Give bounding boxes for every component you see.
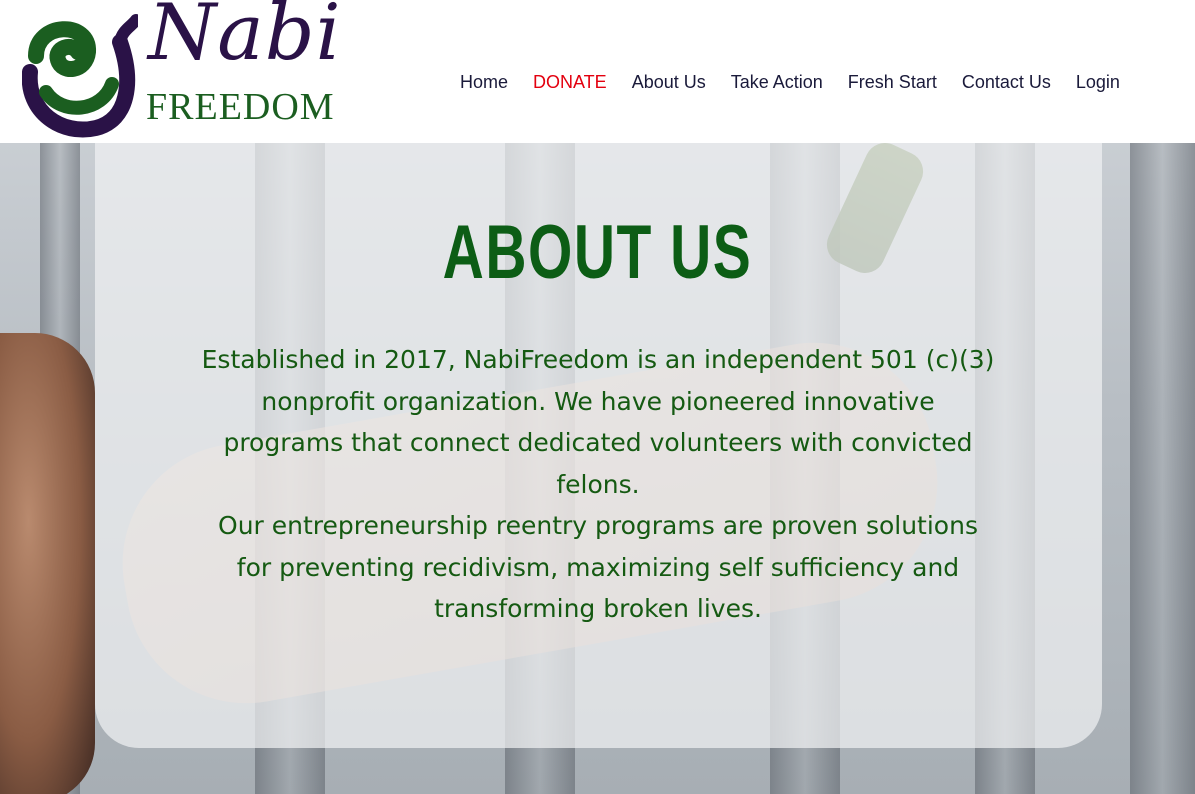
site-header: Nabi FREEDOM Home DONATE About Us Take A… xyxy=(0,0,1195,143)
hero-hand-image xyxy=(0,333,95,794)
hero-paragraph-1: Established in 2017, NabiFreedom is an i… xyxy=(201,345,995,499)
hero-title: ABOUT US xyxy=(442,210,753,295)
nav-about-us[interactable]: About Us xyxy=(632,72,706,93)
nav-donate[interactable]: DONATE xyxy=(533,72,607,93)
hero-paragraph-2: Our entrepreneurship reentry programs ar… xyxy=(218,511,978,623)
logo-name-bottom: FREEDOM xyxy=(146,86,335,128)
logo-name-top: Nabi xyxy=(148,0,342,78)
nav-contact-us[interactable]: Contact Us xyxy=(962,72,1051,93)
nav-login[interactable]: Login xyxy=(1076,72,1120,93)
prison-bar xyxy=(1130,143,1195,794)
nabi-freedom-logo[interactable]: Nabi FREEDOM xyxy=(22,0,342,138)
logo-mark-icon xyxy=(22,14,138,138)
nav-home[interactable]: Home xyxy=(460,72,508,93)
nav-fresh-start[interactable]: Fresh Start xyxy=(848,72,937,93)
main-nav: Home DONATE About Us Take Action Fresh S… xyxy=(460,72,1145,93)
hero-description: Established in 2017, NabiFreedom is an i… xyxy=(198,339,998,630)
hero-section: ABOUT US Established in 2017, NabiFreedo… xyxy=(0,143,1195,794)
nav-take-action[interactable]: Take Action xyxy=(731,72,823,93)
